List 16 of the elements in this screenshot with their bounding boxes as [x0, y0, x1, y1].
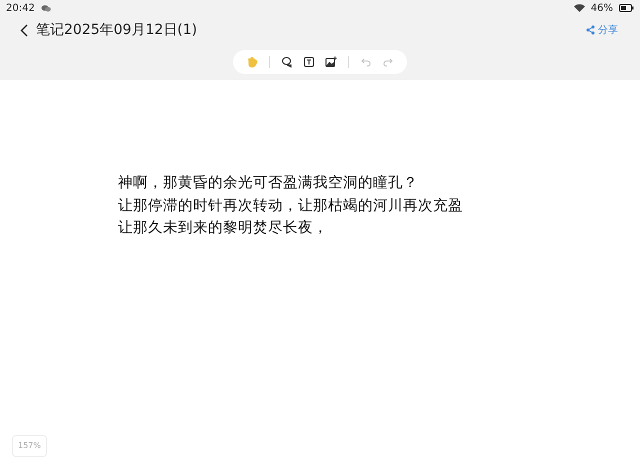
note-text-line: 让那停滞的时针再次转动，让那枯竭的河川再次充盈 [118, 196, 464, 216]
note-text-line: 让那久未到来的黎明焚尽长夜， [118, 218, 329, 238]
battery-icon [619, 4, 634, 12]
share-icon [586, 25, 595, 35]
status-time: 20:42 [6, 2, 35, 16]
wifi-icon [574, 4, 585, 12]
chat-icon [40, 4, 51, 12]
note-title: 笔记2025年09月12日(1) [36, 20, 198, 40]
back-button[interactable] [20, 23, 30, 37]
lasso-tool[interactable] [280, 55, 294, 69]
zoom-level: 157% [12, 435, 47, 457]
add-image-tool[interactable] [324, 55, 338, 69]
battery-level: 46% [590, 2, 613, 16]
text-box-tool[interactable] [302, 55, 316, 69]
share-button[interactable]: 分享 [586, 22, 618, 38]
note-text-line: 神啊，那黄昏的余光可否盈满我空洞的瞳孔？ [118, 174, 419, 193]
